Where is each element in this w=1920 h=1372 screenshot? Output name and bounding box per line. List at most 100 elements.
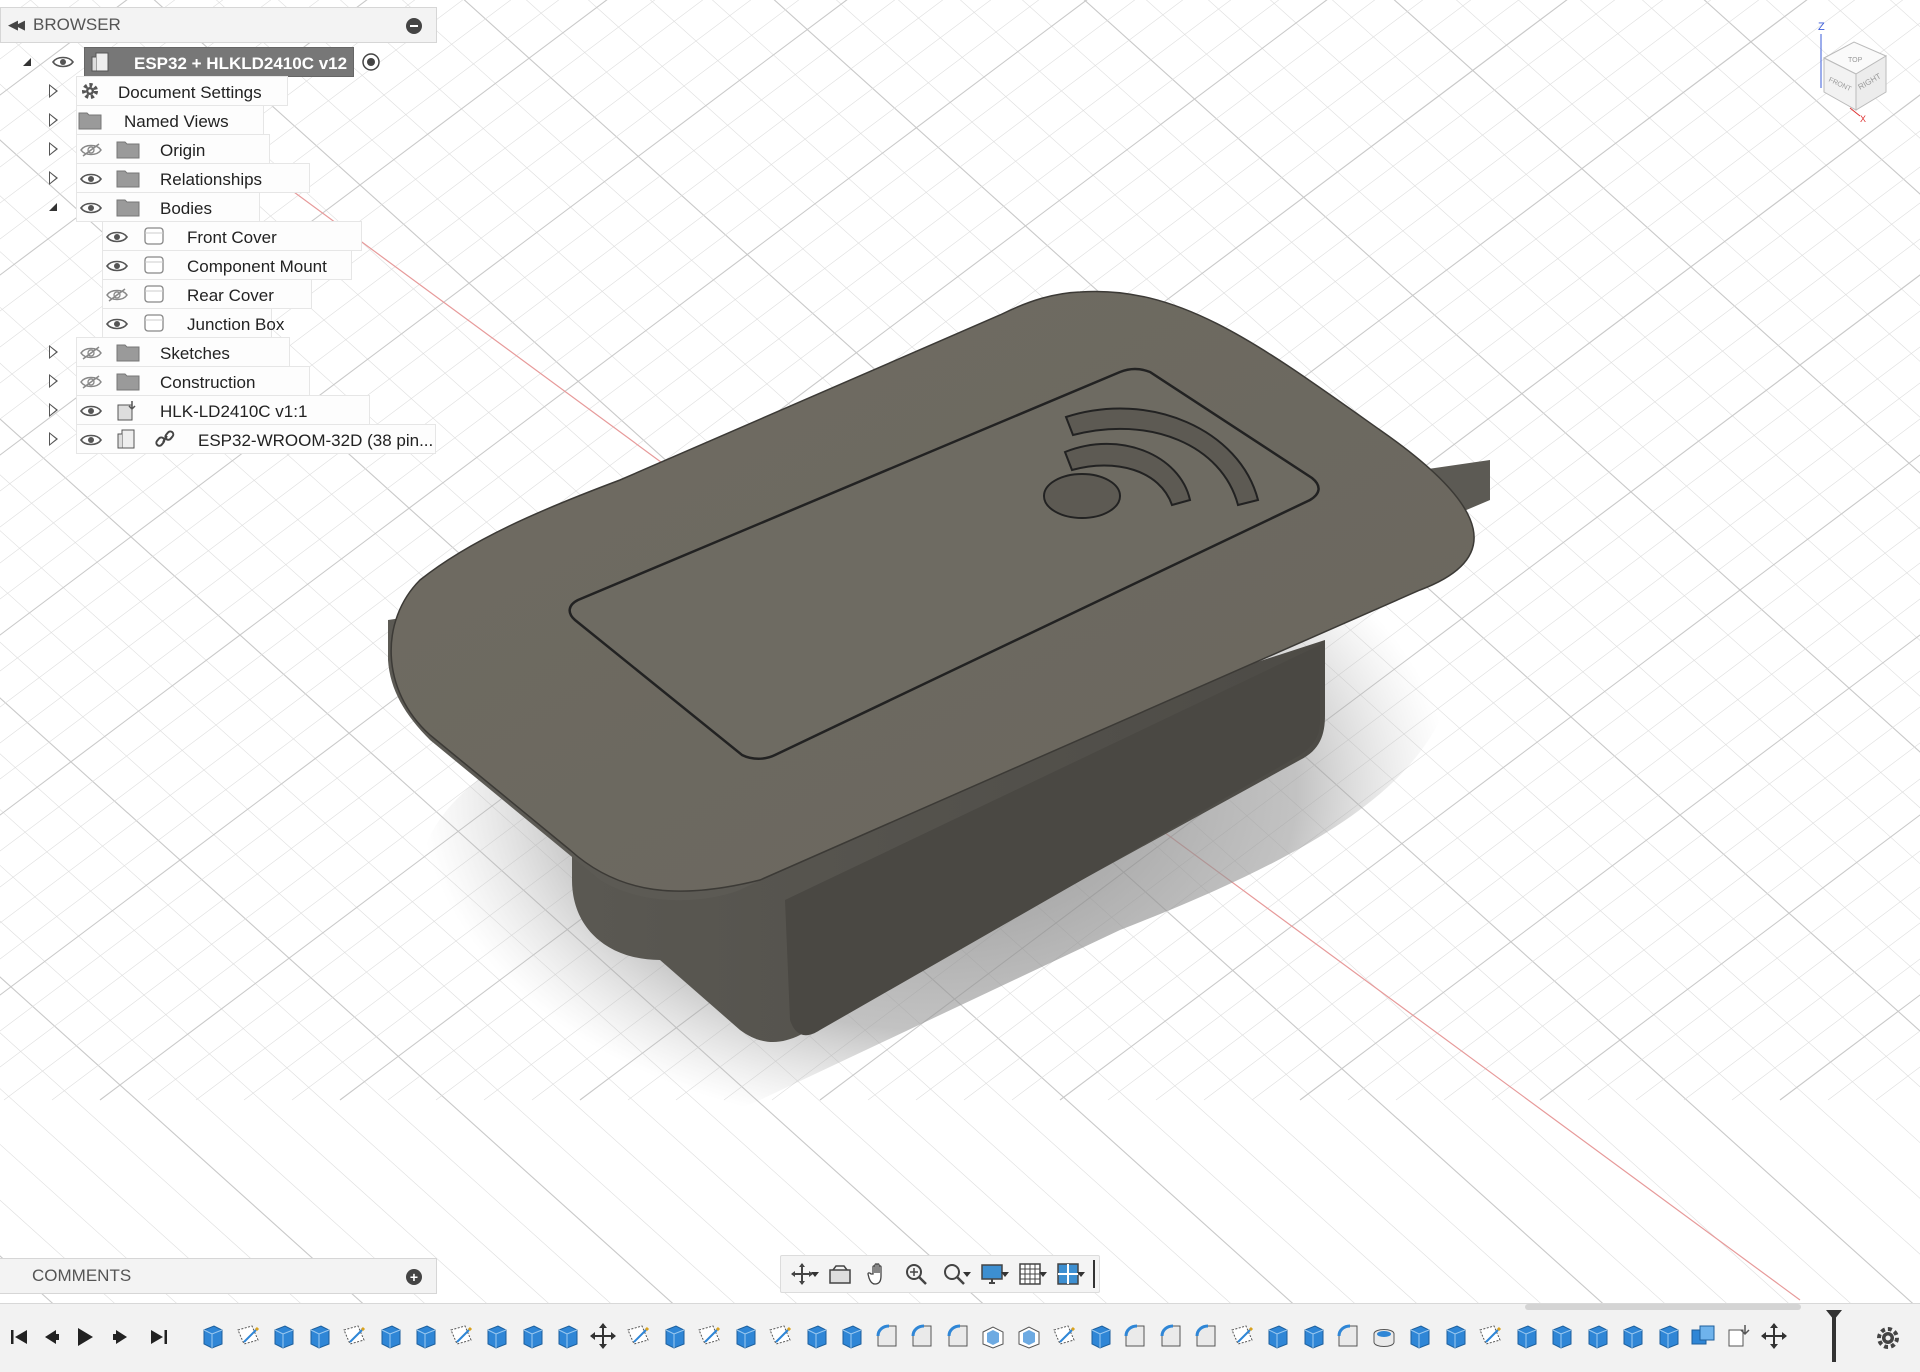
timeline-extrude-feature[interactable]: [1441, 1322, 1469, 1350]
timeline-sketch-feature[interactable]: [624, 1322, 652, 1350]
tree-item-esp32-wroom-32d-38-pin[interactable]: ESP32-WROOM-32D (38 pin...: [0, 423, 437, 455]
timeline-extrude-feature[interactable]: [305, 1322, 333, 1350]
timeline-sketch-feature[interactable]: [234, 1322, 262, 1350]
timeline-extrude-feature[interactable]: [269, 1322, 297, 1350]
expand-icon[interactable]: [46, 84, 60, 98]
minimize-browser-button[interactable]: [406, 18, 422, 34]
timeline-component-feature[interactable]: [1725, 1322, 1753, 1350]
tree-item-construction[interactable]: Construction: [0, 365, 437, 397]
expand-icon[interactable]: [46, 113, 60, 127]
visibility-eye-icon[interactable]: [80, 403, 102, 417]
visibility-eye-icon[interactable]: [52, 55, 74, 69]
timeline-extrude-feature[interactable]: [198, 1322, 226, 1350]
visibility-eye-icon[interactable]: [80, 171, 102, 185]
step-forward-button[interactable]: [110, 1326, 132, 1348]
hidden-eye-icon[interactable]: [80, 142, 102, 157]
pan-button[interactable]: [861, 1259, 895, 1289]
collapse-panel-icon[interactable]: ◀◀: [1, 17, 29, 33]
timeline-fillet-feature[interactable]: [1121, 1322, 1149, 1350]
display-settings-button[interactable]: [975, 1259, 1009, 1289]
body-item-component-mount[interactable]: Component Mount: [0, 249, 437, 281]
timeline-shell-feature[interactable]: [979, 1322, 1007, 1350]
timeline-sketch-feature[interactable]: [766, 1322, 794, 1350]
body-item-rear-cover[interactable]: Rear Cover: [0, 278, 437, 310]
expand-icon[interactable]: [46, 345, 60, 359]
timeline-extrude-feature[interactable]: [1263, 1322, 1291, 1350]
activate-radio-icon[interactable]: [361, 52, 381, 72]
expand-icon[interactable]: [46, 171, 60, 185]
zoom-button[interactable]: [899, 1259, 933, 1289]
tree-item-origin[interactable]: Origin: [0, 133, 437, 165]
tree-item-relationships[interactable]: Relationships: [0, 162, 437, 194]
look-at-button[interactable]: [823, 1259, 857, 1289]
timeline-extrude-feature[interactable]: [1086, 1322, 1114, 1350]
timeline-extrude-feature[interactable]: [518, 1322, 546, 1350]
timeline-fillet-feature[interactable]: [1334, 1322, 1362, 1350]
visibility-eye-icon[interactable]: [80, 432, 102, 446]
timeline-extrude-feature[interactable]: [1583, 1322, 1611, 1350]
hidden-eye-icon[interactable]: [80, 374, 102, 389]
timeline-extrude-feature[interactable]: [1618, 1322, 1646, 1350]
timeline-extrude-feature[interactable]: [376, 1322, 404, 1350]
expand-icon[interactable]: [46, 142, 60, 156]
visibility-eye-icon[interactable]: [80, 200, 102, 214]
tree-item-named-views[interactable]: Named Views: [0, 104, 437, 136]
collapse-icon[interactable]: [46, 200, 60, 214]
timeline-hole-feature[interactable]: [1370, 1322, 1398, 1350]
timeline-extrude-feature[interactable]: [802, 1322, 830, 1350]
timeline-sketch-feature[interactable]: [1050, 1322, 1078, 1350]
viewports-button[interactable]: [1051, 1259, 1085, 1289]
timeline-fillet-feature[interactable]: [1157, 1322, 1185, 1350]
timeline-sketch-feature[interactable]: [447, 1322, 475, 1350]
view-cube[interactable]: Z TOP FRONT RIGHT X: [1810, 18, 1910, 128]
tree-item-document-settings[interactable]: Document Settings: [0, 75, 437, 107]
timeline-extrude-feature[interactable]: [731, 1322, 759, 1350]
tree-item-bodies[interactable]: Bodies: [0, 191, 437, 223]
expand-icon[interactable]: [46, 374, 60, 388]
timeline-extrude-feature[interactable]: [660, 1322, 688, 1350]
step-back-button[interactable]: [40, 1326, 62, 1348]
timeline-fillet-feature[interactable]: [1192, 1322, 1220, 1350]
body-item-front-cover[interactable]: Front Cover: [0, 220, 437, 252]
expand-icon[interactable]: [46, 432, 60, 446]
timeline-extrude-feature[interactable]: [482, 1322, 510, 1350]
hidden-eye-icon[interactable]: [80, 345, 102, 360]
visibility-eye-icon[interactable]: [106, 229, 128, 243]
timeline-extrude-feature[interactable]: [1654, 1322, 1682, 1350]
timeline-extrude-feature[interactable]: [411, 1322, 439, 1350]
visibility-eye-icon[interactable]: [106, 258, 128, 272]
timeline-fillet-feature[interactable]: [908, 1322, 936, 1350]
timeline-marker[interactable]: [1826, 1310, 1842, 1362]
tree-item-hlk-ld2410c-v1-1[interactable]: HLK-LD2410C v1:1: [0, 394, 437, 426]
timeline-extrude-feature[interactable]: [1512, 1322, 1540, 1350]
timeline-extrude-feature[interactable]: [1547, 1322, 1575, 1350]
hidden-eye-icon[interactable]: [106, 287, 128, 302]
timeline-settings-gear-icon[interactable]: [1874, 1324, 1902, 1352]
timeline-shell-feature[interactable]: [1015, 1322, 1043, 1350]
orbit-button[interactable]: [785, 1259, 819, 1289]
timeline-sketch-feature[interactable]: [695, 1322, 723, 1350]
tree-root[interactable]: ESP32 + HLKLD2410C v12: [0, 46, 437, 78]
timeline-scrollbar[interactable]: [1525, 1304, 1801, 1310]
timeline-fillet-feature[interactable]: [873, 1322, 901, 1350]
tree-item-sketches[interactable]: Sketches: [0, 336, 437, 368]
timeline-combine-feature[interactable]: [1689, 1322, 1717, 1350]
timeline-extrude-feature[interactable]: [1405, 1322, 1433, 1350]
grid-settings-button[interactable]: [1013, 1259, 1047, 1289]
visibility-eye-icon[interactable]: [106, 316, 128, 330]
fit-button[interactable]: [937, 1259, 971, 1289]
timeline-sketch-feature[interactable]: [1228, 1322, 1256, 1350]
expand-icon[interactable]: [46, 403, 60, 417]
timeline-move-feature[interactable]: [1760, 1322, 1788, 1350]
play-button[interactable]: [74, 1326, 96, 1348]
timeline-sketch-feature[interactable]: [1476, 1322, 1504, 1350]
timeline-move-feature[interactable]: [589, 1322, 617, 1350]
go-to-end-button[interactable]: [148, 1326, 170, 1348]
expand-root-icon[interactable]: [20, 55, 34, 69]
timeline-fillet-feature[interactable]: [944, 1322, 972, 1350]
add-comment-button[interactable]: +: [406, 1269, 422, 1285]
timeline-extrude-feature[interactable]: [1299, 1322, 1327, 1350]
timeline-extrude-feature[interactable]: [837, 1322, 865, 1350]
body-item-junction-box[interactable]: Junction Box: [0, 307, 437, 339]
timeline-sketch-feature[interactable]: [340, 1322, 368, 1350]
